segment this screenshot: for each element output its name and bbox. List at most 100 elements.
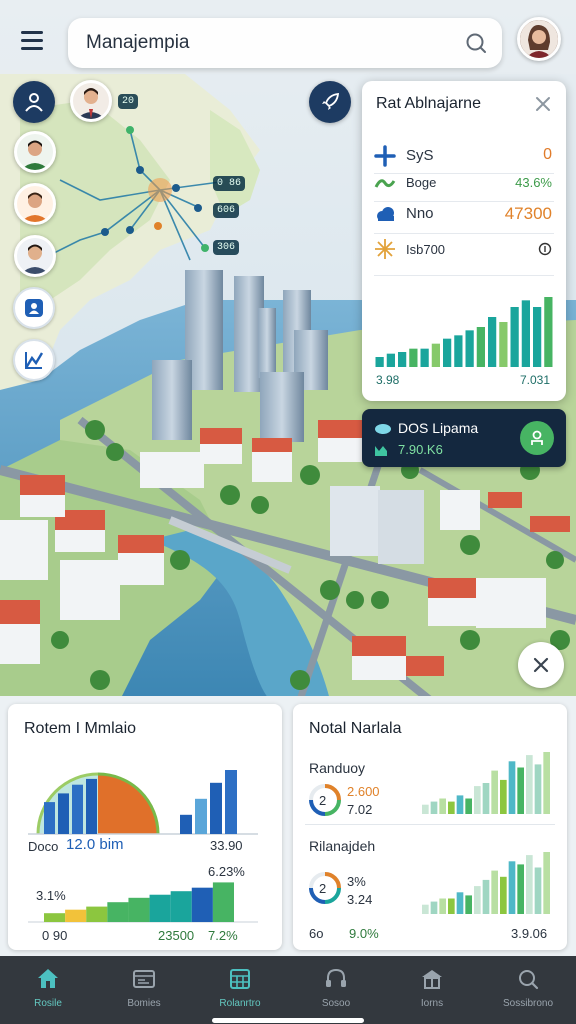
nav-label: Iorns — [420, 998, 444, 1009]
chart-bar — [72, 784, 83, 834]
panel-foot-right: 7.031 — [519, 373, 550, 387]
divider — [374, 275, 554, 276]
chart-bar — [533, 307, 542, 367]
foot-value: 7.2% — [208, 928, 238, 943]
dashboard: Rotem I Mmlaio Doco 12.0 bim 33.90 6.23%… — [0, 696, 576, 956]
chart-bar — [420, 348, 429, 367]
chart-bar — [44, 802, 55, 834]
section-bar-chart — [422, 752, 550, 814]
headset-icon — [326, 968, 346, 987]
launch-button[interactable] — [309, 81, 351, 123]
chart-bar — [465, 895, 472, 914]
route-tag: 306 — [213, 240, 240, 255]
nav-item-grid[interactable]: Rolanrtro — [192, 956, 288, 1024]
contact-avatar[interactable] — [14, 235, 56, 277]
analytics-icon — [24, 352, 44, 369]
chart-bar — [499, 322, 508, 367]
chart-bar — [448, 801, 455, 814]
foot-value: 23500 — [158, 928, 195, 943]
chart-bar — [474, 786, 481, 814]
chart-bar — [543, 752, 550, 814]
chart-bar — [456, 795, 464, 814]
building-icon — [422, 970, 442, 989]
chart-bar — [422, 804, 429, 814]
nav-item-support[interactable]: Sosoo — [288, 956, 384, 1024]
chart-bar — [500, 779, 507, 814]
stat-value: 47300 — [504, 204, 552, 223]
section-value: 3.24 — [347, 892, 373, 907]
chart-bar — [534, 764, 542, 814]
left-stats-card[interactable]: Rotem I Mmlaio Doco 12.0 bim 33.90 6.23%… — [8, 704, 282, 950]
stat-value: 43.6% — [515, 175, 552, 190]
card-subtitle: 7.90.K6 — [398, 442, 443, 457]
chart-bar — [375, 357, 384, 367]
stat-row: Boge 43.6% — [374, 167, 554, 197]
pin-button[interactable] — [13, 287, 55, 329]
close-icon — [533, 657, 549, 673]
area-segment — [170, 891, 192, 922]
area-left: 3.1% — [36, 888, 66, 903]
menu-button[interactable] — [12, 22, 52, 58]
search-icon[interactable] — [464, 31, 488, 55]
cloud-icon — [375, 424, 391, 434]
chart-bar — [482, 879, 490, 914]
close-icon[interactable] — [532, 93, 554, 115]
grid-icon — [230, 969, 250, 989]
area-segment — [191, 887, 213, 922]
chart-bar — [195, 798, 207, 834]
card-title: Notal Narlala — [309, 720, 402, 737]
nav-item-buildings[interactable]: Iorns — [384, 956, 480, 1024]
chart-icon — [375, 446, 387, 456]
section-title: Rilanajdeh — [309, 838, 376, 854]
ring-value: 2 — [319, 793, 327, 808]
search-bar[interactable] — [68, 18, 502, 68]
bottom-nav: Rosile Bomies Rolanrtro Sosoo Iorns Soss… — [0, 956, 576, 1024]
right-stats-card[interactable]: Notal Narlala Randuoy 2 2.600 7.02 Rilan… — [293, 704, 567, 950]
nav-label: Rosile — [34, 998, 62, 1009]
stat-value: 0 — [543, 146, 552, 163]
stat-label: Boge — [406, 175, 437, 190]
nav-item-home[interactable]: Rosile — [0, 956, 96, 1024]
ring-value: 2 — [319, 881, 327, 896]
card-title: DOS Lipama — [398, 420, 479, 436]
route-tag: 20 — [118, 94, 139, 109]
home-icon — [38, 969, 58, 988]
chart-bar — [422, 904, 429, 914]
route-summary-card[interactable]: DOS Lipama 7.90.K6 — [362, 409, 566, 467]
nav-item-browser[interactable]: Bomies — [96, 956, 192, 1024]
caption-mid: 12.0 bim — [66, 836, 124, 853]
nav-label: Bomies — [127, 998, 161, 1009]
trend-icon — [374, 179, 396, 188]
caption-right: 33.90 — [210, 838, 243, 853]
chart-bar — [488, 317, 497, 367]
panel-foot-left: 3.98 — [376, 373, 400, 387]
cloud-icon — [377, 207, 394, 221]
chart-bar — [454, 335, 463, 367]
analytics-button[interactable] — [13, 339, 55, 381]
stat-label: SyS — [406, 147, 434, 164]
profile-avatar[interactable] — [517, 17, 561, 61]
foot-value: 9.0% — [349, 926, 379, 941]
info-icon[interactable] — [538, 242, 552, 256]
chart-bar — [544, 297, 553, 367]
user-icon — [25, 93, 43, 112]
close-map-button[interactable] — [518, 642, 564, 688]
contact-avatar[interactable] — [14, 131, 56, 173]
avatar — [21, 244, 49, 274]
contact-avatar[interactable] — [14, 183, 56, 225]
user-location-button[interactable] — [13, 81, 55, 123]
nav-item-search[interactable]: Sossibrono — [480, 956, 576, 1024]
area-segment — [86, 906, 108, 922]
user-avatar[interactable] — [70, 80, 112, 122]
chart-bar — [500, 876, 507, 914]
go-button[interactable] — [520, 421, 554, 455]
stat-label: Nno — [406, 205, 434, 222]
nav-label: Rolanrtro — [219, 998, 261, 1009]
search-input[interactable] — [86, 18, 456, 68]
chart-bar — [409, 348, 418, 367]
chart-bar — [474, 886, 481, 914]
panel-title: Rat Ablnajarne — [376, 95, 481, 112]
area-percent: 6.23% — [208, 864, 245, 879]
chart-bar — [465, 798, 472, 814]
section-value: 2.600 — [347, 784, 380, 799]
